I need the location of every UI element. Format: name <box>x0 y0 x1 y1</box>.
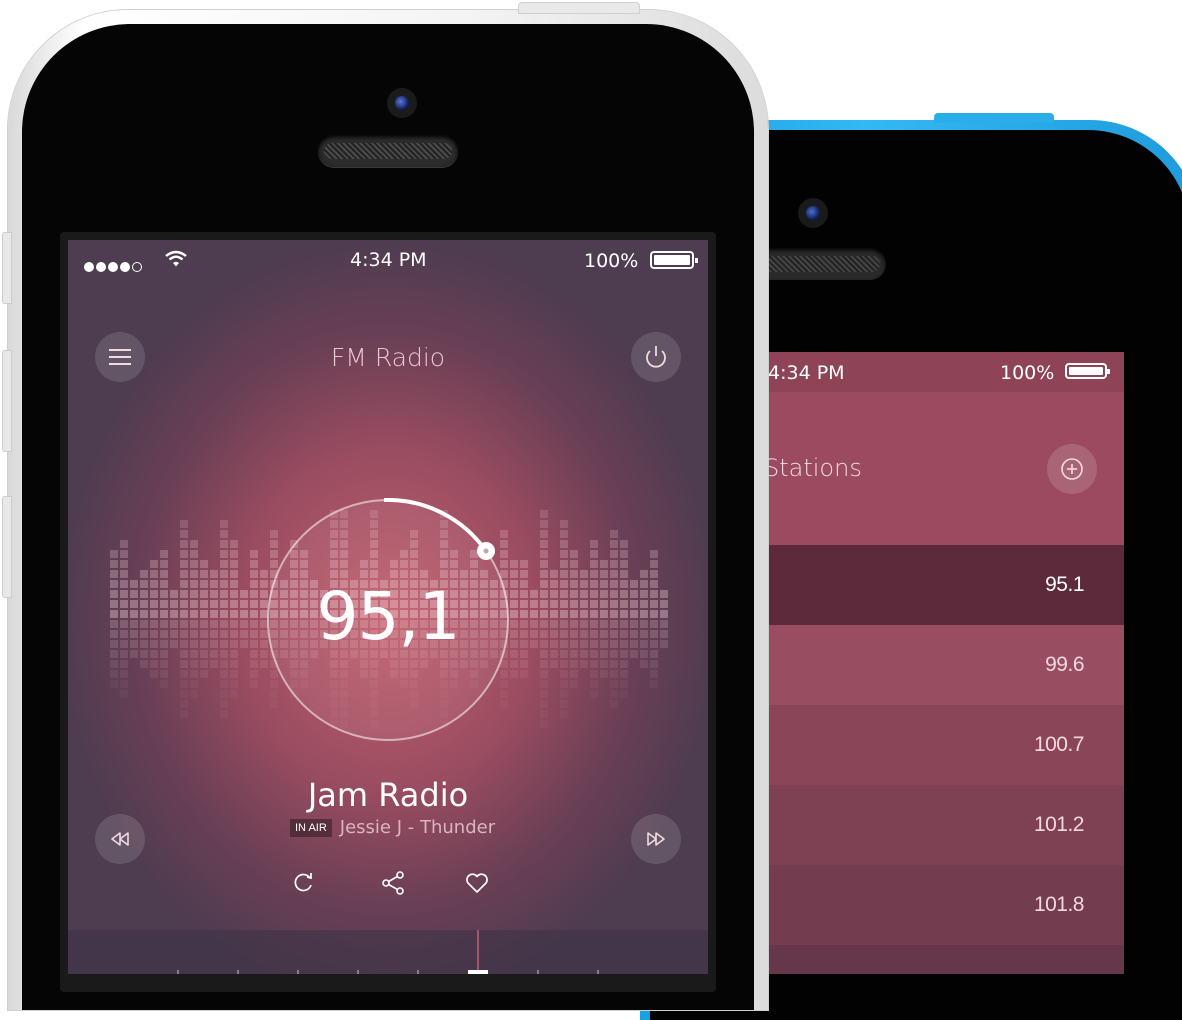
radio-screen: 4:34 PM 100% FM Radio 95,1 Jam Radio IN … <box>68 240 708 974</box>
station-row[interactable]: 95.1 <box>766 545 1124 625</box>
frequency-display: 95,1 <box>316 578 461 655</box>
volume-up-button <box>2 350 12 452</box>
front-phone-camera <box>387 88 417 118</box>
volume-down-button <box>2 496 12 598</box>
heart-icon[interactable] <box>462 868 492 898</box>
station-frequency: 100.7 <box>1033 733 1085 756</box>
add-station-button[interactable] <box>1047 444 1097 494</box>
status-bar: 4:34 PM 100% <box>766 352 1124 392</box>
status-battery-percent: 100% <box>1000 362 1055 384</box>
front-phone-top-button <box>518 2 640 14</box>
fast-forward-icon <box>647 832 665 846</box>
station-row[interactable]: 101.8 <box>766 865 1124 945</box>
page-title: Stations <box>766 454 862 482</box>
back-phone-top-button <box>934 113 1054 123</box>
add-circle-icon <box>1061 458 1083 480</box>
station-row[interactable]: 99.6 <box>766 625 1124 705</box>
share-icon[interactable] <box>378 868 408 898</box>
now-playing: IN AIR Jessie J - Thunder <box>290 817 495 838</box>
station-frequency: 101.2 <box>1033 813 1085 836</box>
mute-switch <box>2 232 12 304</box>
station-frequency: 95.1 <box>1045 573 1084 596</box>
station-frequency: 101.8 <box>1033 893 1085 916</box>
station-row[interactable] <box>766 945 1124 974</box>
back-phone-camera <box>798 198 828 228</box>
tuner-scale-ticks <box>177 930 599 974</box>
tuner-scale[interactable] <box>68 930 708 974</box>
rewind-button[interactable] <box>95 814 145 864</box>
battery-icon <box>1065 363 1110 379</box>
rewind-icon <box>111 832 129 846</box>
front-phone-speaker <box>318 135 458 167</box>
now-playing-track: Jessie J - Thunder <box>339 817 496 838</box>
station-name: Jam Radio <box>307 776 469 814</box>
in-air-badge: IN AIR <box>290 819 332 837</box>
station-row[interactable]: 101.2 <box>766 785 1124 865</box>
station-row[interactable]: 100.7 <box>766 705 1124 785</box>
repeat-icon[interactable] <box>288 868 318 898</box>
stations-screen: 4:34 PM 100% Stations 95.1 99.6 100.7 101.2… <box>766 352 1124 974</box>
station-frequency: 99.6 <box>1045 653 1084 676</box>
status-time: 4:34 PM <box>768 362 845 384</box>
fast-forward-button[interactable] <box>631 814 681 864</box>
